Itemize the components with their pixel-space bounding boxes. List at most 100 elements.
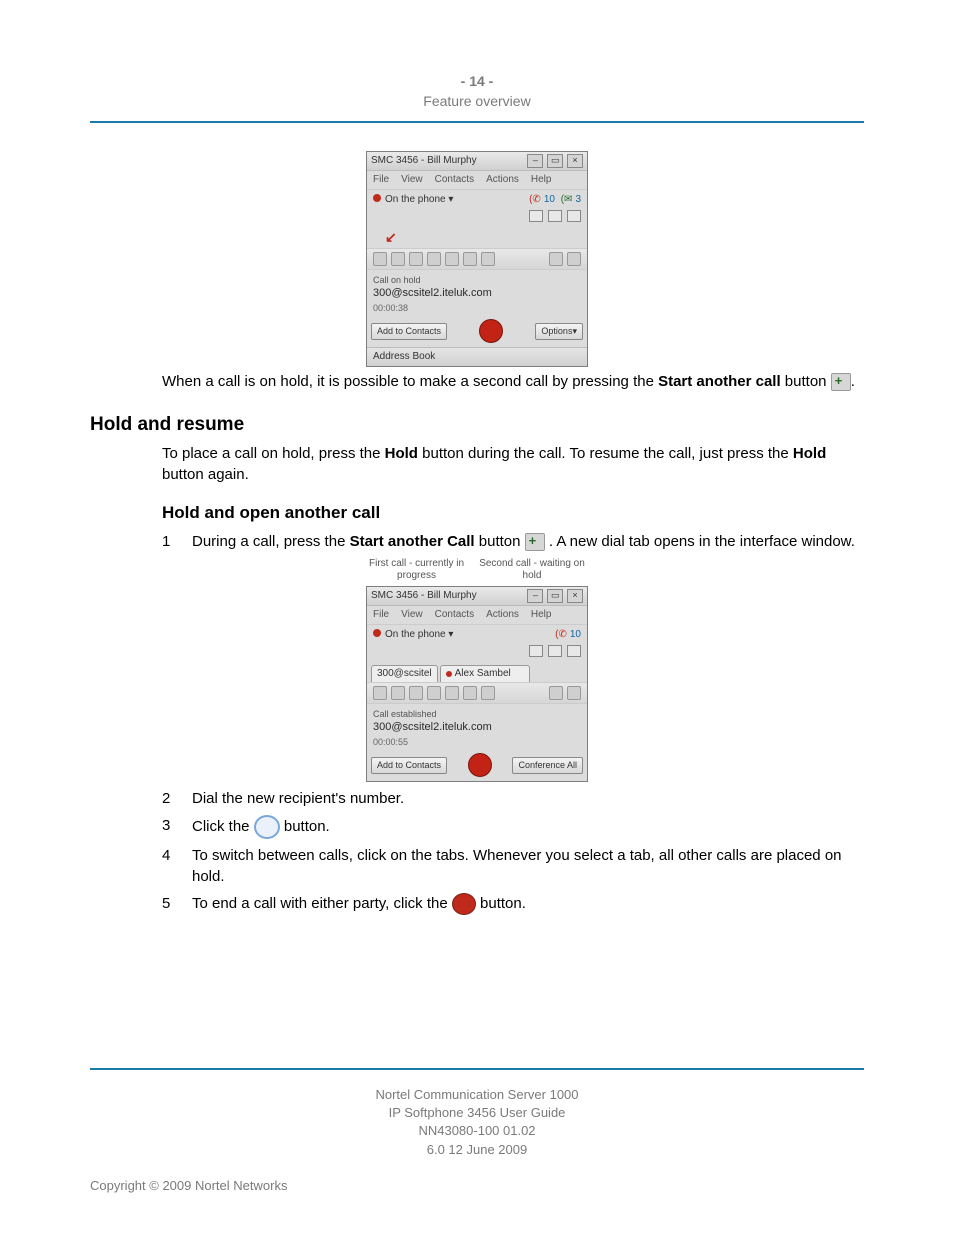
mute-icon[interactable] xyxy=(549,252,563,266)
call-duration: 00:00:38 xyxy=(373,302,581,315)
tab-close-icon[interactable] xyxy=(514,670,524,678)
menubar: File View Contacts Actions Help xyxy=(367,606,587,624)
mute-icon[interactable] xyxy=(549,686,563,700)
menu-file[interactable]: File xyxy=(373,173,389,187)
menu-view[interactable]: View xyxy=(401,608,423,622)
paragraph-1: When a call is on hold, it is possible t… xyxy=(162,371,864,392)
call-info: Call established 300@scsitel2.iteluk.com… xyxy=(367,704,587,751)
start-another-call-inline-icon-2 xyxy=(525,533,545,551)
transfer-icon[interactable] xyxy=(391,686,405,700)
start-another-call-icon[interactable] xyxy=(427,252,441,266)
tab-call-2[interactable]: Alex Sambel xyxy=(440,665,530,682)
start-another-call-icon[interactable] xyxy=(427,686,441,700)
callout-first: First call - currently in progress xyxy=(367,558,466,582)
call-toolbar xyxy=(367,682,587,704)
callout-labels: First call - currently in progress Secon… xyxy=(367,558,587,582)
minimize-icon[interactable]: – xyxy=(527,589,543,603)
close-icon[interactable]: × xyxy=(567,589,583,603)
missed-count: 10 xyxy=(570,629,581,640)
section-title: Feature overview xyxy=(90,92,864,112)
footer-line-1: Nortel Communication Server 1000 xyxy=(90,1086,864,1104)
video-icon[interactable] xyxy=(373,252,387,266)
more-icon[interactable] xyxy=(481,686,495,700)
presence-text[interactable]: On the phone xyxy=(385,629,446,640)
footer-line-2: IP Softphone 3456 User Guide xyxy=(90,1104,864,1122)
menubar: File View Contacts Actions Help xyxy=(367,171,587,189)
end-call-icon[interactable] xyxy=(479,319,503,343)
dialpad-icon[interactable] xyxy=(529,645,543,657)
step-2: 2 Dial the new recipient's number. xyxy=(162,788,864,809)
volume-icon[interactable] xyxy=(567,686,581,700)
menu-contacts[interactable]: Contacts xyxy=(435,173,474,187)
call-sip: 300@scsitel2.iteluk.com xyxy=(373,720,581,735)
address-book-label[interactable]: Address Book xyxy=(373,350,435,364)
restore-icon[interactable]: ▭ xyxy=(547,154,563,168)
hold-icon[interactable] xyxy=(409,686,423,700)
share-icon[interactable] xyxy=(463,686,477,700)
transfer-icon[interactable] xyxy=(391,252,405,266)
presence-dot-icon xyxy=(373,194,381,202)
call-info: Call on hold 300@scsitel2.iteluk.com 00:… xyxy=(367,270,587,317)
restore-icon[interactable]: ▭ xyxy=(547,589,563,603)
volume-icon[interactable] xyxy=(567,252,581,266)
heading-hold-open: Hold and open another call xyxy=(162,501,864,525)
copyright: Copyright © 2009 Nortel Networks xyxy=(90,1177,864,1195)
vm-count: 3 xyxy=(575,194,581,205)
presence-text[interactable]: On the phone xyxy=(385,194,446,205)
menu-actions[interactable]: Actions xyxy=(486,608,519,622)
window-controls: – ▭ × xyxy=(526,154,583,168)
header-divider xyxy=(90,121,864,123)
app-window-1: SMC 3456 - Bill Murphy – ▭ × File View C… xyxy=(366,151,588,367)
share-icon[interactable] xyxy=(463,252,477,266)
call-sip: 300@scsitel2.iteluk.com xyxy=(373,286,581,301)
callout-arrow-1: ↙ xyxy=(367,228,587,248)
collapse-icon[interactable] xyxy=(548,645,562,657)
end-call-icon[interactable] xyxy=(468,753,492,777)
start-another-call-inline-icon xyxy=(831,373,851,391)
presence-bar: On the phone ▾ (✆10 xyxy=(367,624,587,645)
presence-bar: On the phone ▾ (✆10 (✉3 xyxy=(367,189,587,210)
menu-help[interactable]: Help xyxy=(531,173,552,187)
footer-line-3: NN43080-100 01.02 xyxy=(90,1122,864,1140)
more-icon[interactable] xyxy=(481,252,495,266)
call-toolbar xyxy=(367,248,587,270)
hold-icon[interactable] xyxy=(409,252,423,266)
titlebar: SMC 3456 - Bill Murphy – ▭ × xyxy=(367,152,587,171)
end-call-inline-icon xyxy=(452,893,476,915)
menu-actions[interactable]: Actions xyxy=(486,173,519,187)
close-icon[interactable]: × xyxy=(567,154,583,168)
bottom-buttons: Add to Contacts Options▾ xyxy=(367,316,587,347)
record-icon[interactable] xyxy=(445,686,459,700)
bottom-buttons: Add to Contacts Conference All xyxy=(367,750,587,781)
menu-help[interactable]: Help xyxy=(531,608,552,622)
expand-icon[interactable] xyxy=(567,210,581,222)
call-status: Call on hold xyxy=(373,274,581,287)
menu-file[interactable]: File xyxy=(373,608,389,622)
collapse-icon[interactable] xyxy=(548,210,562,222)
record-icon[interactable] xyxy=(445,252,459,266)
expand-icon[interactable] xyxy=(567,645,581,657)
step-1: 1 During a call, press the Start another… xyxy=(162,531,864,552)
add-to-contacts-button[interactable]: Add to Contacts xyxy=(371,757,447,774)
step-4: 4 To switch between calls, click on the … xyxy=(162,845,864,887)
options-button[interactable]: Options▾ xyxy=(535,323,583,340)
paragraph-hold-resume: To place a call on hold, press the Hold … xyxy=(162,443,864,485)
add-to-contacts-button[interactable]: Add to Contacts xyxy=(371,323,447,340)
dialpad-icon[interactable] xyxy=(529,210,543,222)
presence-dot-icon xyxy=(373,629,381,637)
heading-hold-resume: Hold and resume xyxy=(90,412,864,439)
tab-call-1[interactable]: 300@scsitel xyxy=(371,665,438,682)
call-status: Call established xyxy=(373,708,581,721)
footer-line-4: 6.0 12 June 2009 xyxy=(90,1141,864,1159)
minimize-icon[interactable]: – xyxy=(527,154,543,168)
dial-inline-icon xyxy=(254,815,280,839)
titlebar: SMC 3456 - Bill Murphy – ▭ × xyxy=(367,587,587,606)
callout-second: Second call - waiting on hold xyxy=(477,558,587,582)
menu-contacts[interactable]: Contacts xyxy=(435,608,474,622)
toolbar-mini xyxy=(367,210,587,228)
menu-view[interactable]: View xyxy=(401,173,423,187)
video-icon[interactable] xyxy=(373,686,387,700)
address-book-bar: Address Book xyxy=(367,347,587,366)
footer-divider xyxy=(90,1068,864,1070)
conference-all-button[interactable]: Conference All xyxy=(512,757,583,774)
